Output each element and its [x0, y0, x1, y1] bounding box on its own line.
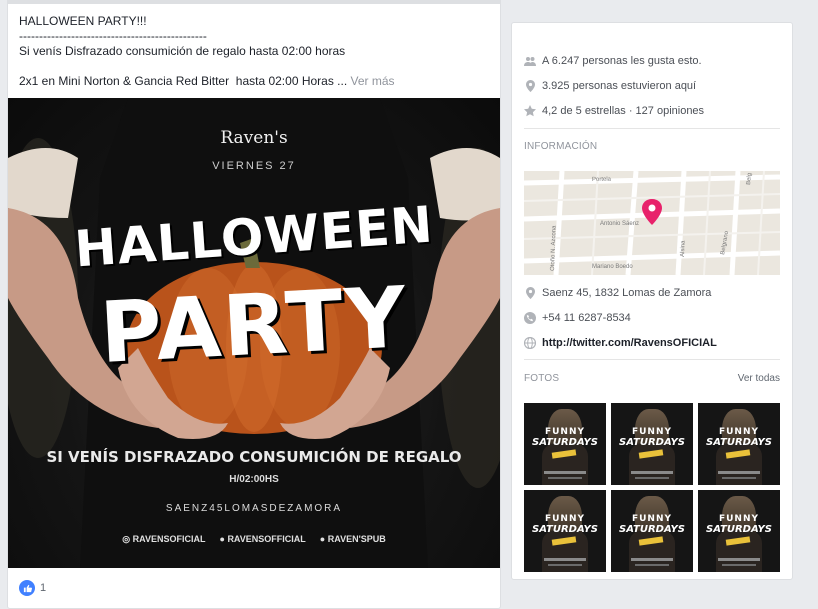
svg-text:Belg: Belg	[746, 173, 753, 185]
photo-caption-line1: FUNNY	[544, 427, 586, 437]
photo-caption-line1: FUNNY	[631, 514, 673, 524]
star-icon	[524, 105, 536, 117]
info-section-title: INFORMACIÓN	[524, 141, 598, 152]
location-map[interactable]: Portela Antonio Sáenz Mariano Boedo Alsi…	[524, 171, 780, 275]
photo-bar	[631, 558, 673, 561]
post-line-title: HALLOWEEN PARTY!!!	[19, 14, 147, 28]
svg-text:Alsina: Alsina	[680, 240, 687, 257]
poster-social-row: ◎ RAVENSOFICIAL ● RAVENSOFFICIAL ● RAVEN…	[8, 534, 500, 545]
photo-caption-line2: SATURDAYS	[706, 524, 772, 535]
like-icon	[19, 580, 35, 596]
photo-bar	[718, 558, 760, 561]
poster-day: VIERNES 27	[212, 160, 296, 172]
photo-bar	[544, 471, 586, 474]
post-top-border	[8, 0, 500, 4]
photo-bar	[718, 471, 760, 474]
poster-social-instagram-label: RAVENSOFICIAL	[132, 534, 206, 544]
divider-2	[524, 359, 780, 360]
checkins-row: 3.925 personas estuvieron aquí	[524, 80, 696, 92]
poster-social-instagram: ◎ RAVENSOFICIAL	[122, 534, 205, 545]
poster-address: SAENZ45LOMASDEZAMORA	[165, 503, 343, 514]
see-all-photos-link[interactable]: Ver todas	[738, 373, 780, 384]
photo-thumbnail[interactable]: FUNNY SATURDAYS	[698, 490, 780, 572]
photo-bar	[544, 558, 586, 561]
poster-promo-text: SI VENÍS DISFRAZADO CONSUMICIÓN DE REGAL…	[46, 448, 462, 466]
photo-caption-line2: SATURDAYS	[532, 437, 598, 448]
event-poster-image[interactable]: Raven's VIERNES 27 HALLOWEEN PARTY SI VE…	[8, 98, 500, 568]
twitter-icon: ●	[219, 534, 225, 544]
poster-time: H/02:00HS	[229, 474, 279, 485]
like-count: 1	[40, 582, 47, 594]
facebook-icon: ●	[319, 534, 326, 544]
likes-text: A 6.247 personas les gusta esto.	[542, 55, 702, 67]
poster-brand-logo: Raven's	[220, 128, 288, 148]
poster-social-facebook-label: RAVEN'SPUB	[327, 534, 386, 544]
photo-caption-line1: FUNNY	[718, 514, 760, 524]
post-line-costume: Si venís Disfrazado consumición de regal…	[19, 44, 346, 58]
photos-section-title: FOTOS	[524, 373, 560, 384]
address-text[interactable]: Saenz 45, 1832 Lomas de Zamora	[542, 287, 711, 299]
svg-text:Mariano Boedo: Mariano Boedo	[592, 264, 633, 270]
photo-caption-line1: FUNNY	[544, 514, 586, 524]
address-row[interactable]: Saenz 45, 1832 Lomas de Zamora	[524, 287, 711, 299]
post-text: HALLOWEEN PARTY!!! ---------------------…	[19, 14, 489, 89]
post-line-separator: ----------------------------------------…	[19, 29, 207, 43]
post-line-promo: 2x1 en Mini Norton & Gancia Red Bitter h…	[19, 74, 489, 89]
divider-1	[524, 128, 780, 129]
globe-icon	[524, 337, 536, 349]
photo-bar	[722, 564, 756, 566]
photo-caption-line2: SATURDAYS	[532, 524, 598, 535]
photo-caption-line1: FUNNY	[631, 427, 673, 437]
photo-bar	[722, 477, 756, 479]
people-icon	[524, 55, 536, 67]
likes-row: A 6.247 personas les gusta esto.	[524, 55, 702, 67]
photo-thumbnail[interactable]: FUNNY SATURDAYS	[611, 403, 693, 485]
instagram-icon: ◎	[122, 534, 131, 544]
website-link[interactable]: http://twitter.com/RavensOFICIAL	[542, 337, 717, 349]
photo-thumbnail[interactable]: FUNNY SATURDAYS	[698, 403, 780, 485]
reactions-row[interactable]: 1	[19, 580, 46, 596]
photo-thumbnail[interactable]: FUNNY SATURDAYS	[611, 490, 693, 572]
see-more-link[interactable]: Ver más	[351, 74, 395, 88]
photo-bar	[635, 564, 669, 566]
poster-social-twitter-label: RAVENSOFFICIAL	[227, 534, 306, 544]
phone-icon	[524, 312, 536, 324]
rating-text[interactable]: 4,2 de 5 estrellas · 127 opiniones	[542, 105, 704, 117]
photo-bar	[548, 564, 582, 566]
photos-grid: FUNNY SATURDAYS FUNNY SATURDAYS FUNNY SATUR…	[524, 403, 780, 572]
photo-caption-line2: SATURDAYS	[619, 524, 685, 535]
post-card: HALLOWEEN PARTY!!! ---------------------…	[7, 0, 501, 609]
location-pin-icon	[524, 287, 536, 299]
website-row[interactable]: http://twitter.com/RavensOFICIAL	[524, 337, 717, 349]
svg-text:Portela: Portela	[592, 177, 612, 183]
photo-bar	[635, 477, 669, 479]
photo-caption-line2: SATURDAYS	[706, 437, 772, 448]
checkins-text: 3.925 personas estuvieron aquí	[542, 80, 697, 92]
svg-text:Antonio Sáenz: Antonio Sáenz	[600, 221, 639, 227]
rating-row[interactable]: 4,2 de 5 estrellas · 127 opiniones	[524, 105, 704, 117]
phone-text[interactable]: +54 11 6287-8534	[542, 312, 631, 324]
photo-thumbnail[interactable]: FUNNY SATURDAYS	[524, 403, 606, 485]
map-streets: Portela Antonio Sáenz Mariano Boedo Alsi…	[524, 171, 780, 275]
poster-social-facebook: ● RAVEN'SPUB	[320, 534, 386, 545]
photo-caption-line2: SATURDAYS	[619, 437, 685, 448]
page-info-sidebar: A 6.247 personas les gusta esto. 3.925 p…	[511, 22, 793, 580]
post-line-promo-text: 2x1 en Mini Norton & Gancia Red Bitter h…	[19, 74, 351, 88]
photo-caption-line1: FUNNY	[718, 427, 760, 437]
location-pin-icon	[524, 80, 536, 92]
photo-bar	[631, 471, 673, 474]
phone-row[interactable]: +54 11 6287-8534	[524, 312, 631, 324]
poster-social-twitter: ● RAVENSOFFICIAL	[219, 534, 305, 545]
photo-bar	[548, 477, 582, 479]
photo-thumbnail[interactable]: FUNNY SATURDAYS	[524, 490, 606, 572]
